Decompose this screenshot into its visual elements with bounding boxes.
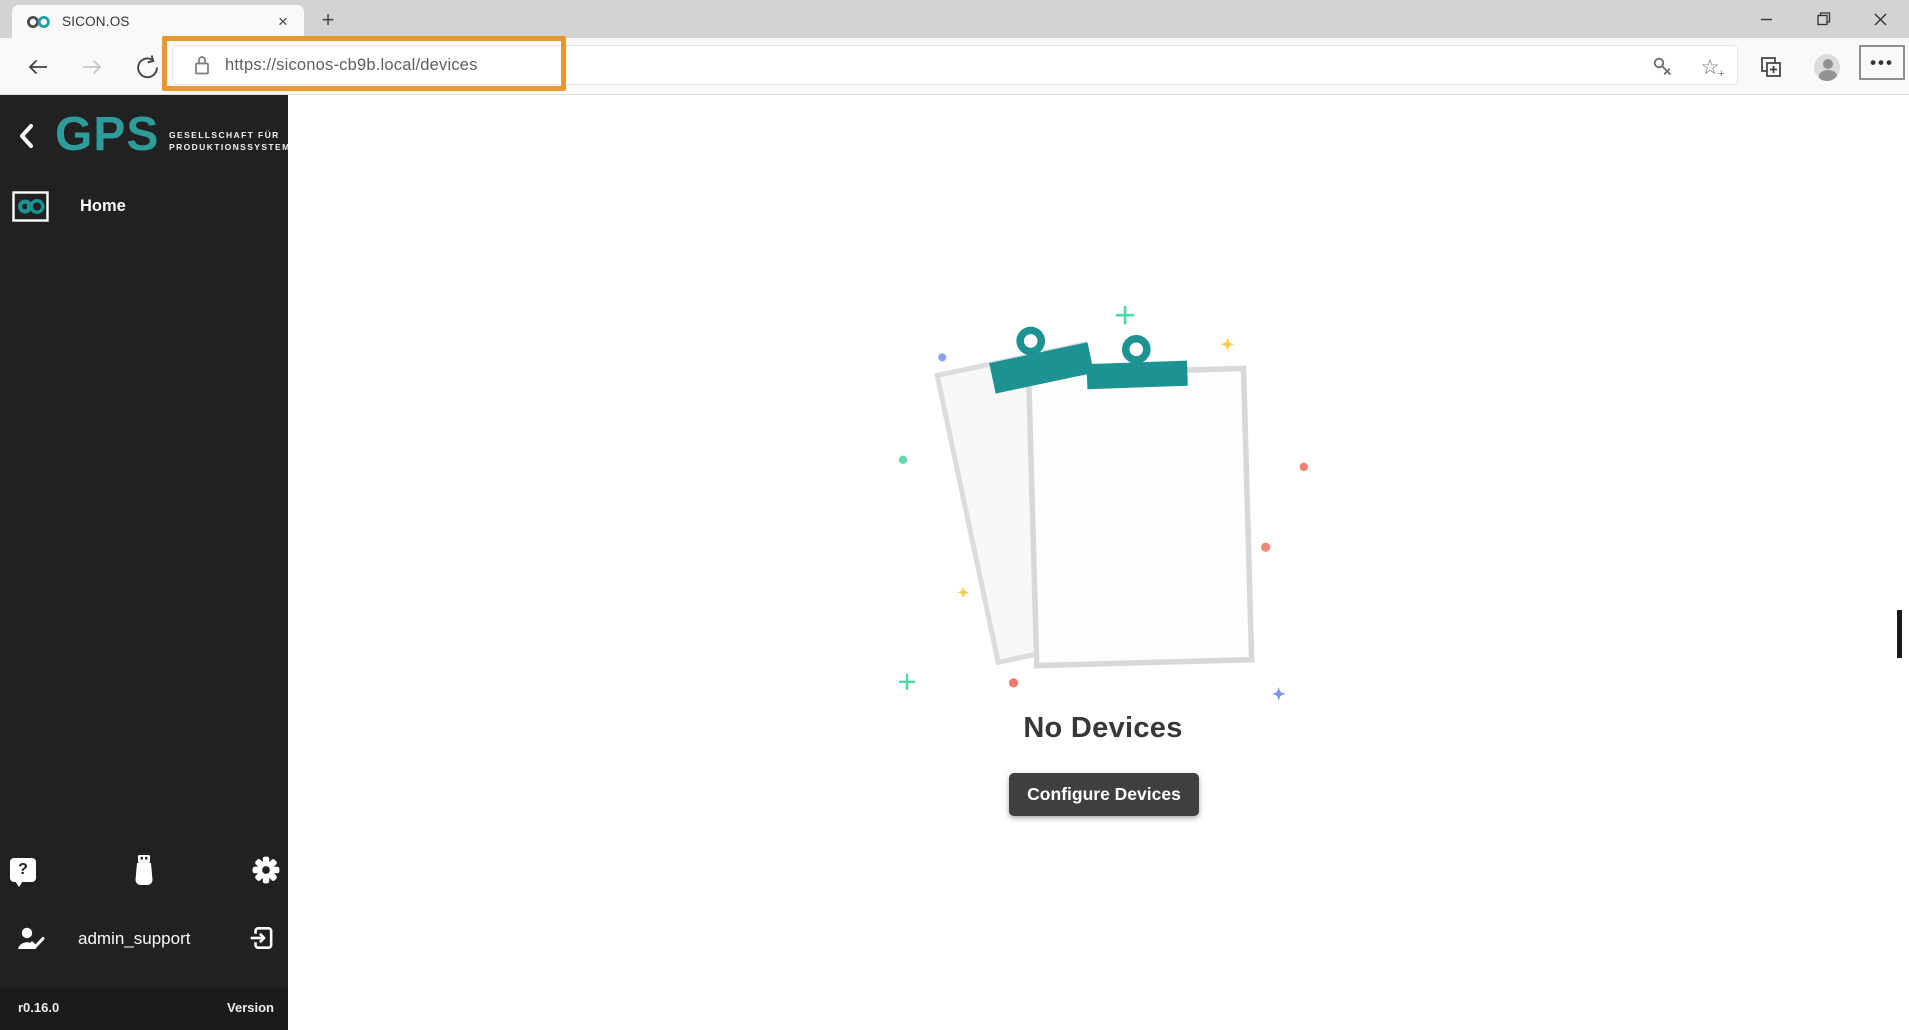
gps-logo: GPS <box>55 107 159 162</box>
star-add-icon: ☆+ <box>1701 57 1720 78</box>
back-button[interactable] <box>25 54 51 80</box>
avatar <box>1814 54 1840 81</box>
logout-button[interactable] <box>248 924 276 957</box>
minimize-icon <box>1760 13 1773 26</box>
sidebar: GPS GESELLSCHAFT FÜR PRODUKTIONSSYSTEME … <box>0 95 288 1030</box>
forward-icon <box>80 55 104 79</box>
more-menu-button[interactable]: ••• <box>1859 45 1905 80</box>
refresh-icon <box>135 55 160 80</box>
restore-button[interactable] <box>1795 0 1852 38</box>
sidebar-user-row: admin_support <box>0 915 288 965</box>
password-key-button[interactable] <box>1650 54 1676 80</box>
key-icon <box>1651 55 1675 79</box>
sidebar-header: GPS GESELLSCHAFT FÜR PRODUKTIONSSYSTEME <box>0 105 288 175</box>
refresh-button[interactable] <box>134 54 160 80</box>
version-value: r0.16.0 <box>18 1000 59 1015</box>
sidebar-item-home[interactable]: Home <box>0 188 288 232</box>
logout-icon <box>248 924 276 952</box>
version-label: Version <box>227 1000 274 1015</box>
main-content: No Devices Configure Devices <box>288 95 1909 1030</box>
sidebar-item-home-label: Home <box>80 197 126 216</box>
help-icon[interactable]: ? <box>10 858 36 882</box>
tab-title: SICON.OS <box>62 14 272 29</box>
back-icon <box>26 55 50 79</box>
close-window-button[interactable] <box>1852 0 1909 38</box>
tab-siconos[interactable]: SICON.OS × <box>12 5 304 38</box>
window-controls <box>1738 0 1909 38</box>
profile-button[interactable] <box>1814 54 1840 80</box>
url-text[interactable]: https://siconos-cb9b.local/devices <box>225 56 478 75</box>
restore-icon <box>1817 12 1831 26</box>
siconos-favicon <box>26 15 52 29</box>
empty-clipboards-illustration <box>868 278 1352 720</box>
collections-button[interactable] <box>1757 54 1783 80</box>
forward-button[interactable] <box>79 54 105 80</box>
gps-logo-subtitle: GESELLSCHAFT FÜR PRODUKTIONSSYSTEME <box>169 130 298 153</box>
tab-close-icon[interactable]: × <box>272 11 294 33</box>
gear-icon[interactable] <box>251 855 281 890</box>
siconos-app-icon <box>12 191 49 227</box>
username-label: admin_support <box>78 929 190 949</box>
user-check-icon <box>16 925 46 958</box>
configure-devices-button[interactable]: Configure Devices <box>1009 773 1199 816</box>
sidebar-tools-row: ? <box>0 853 288 899</box>
navigation-bar: https://siconos-cb9b.local/devices ☆+ <box>0 38 1909 95</box>
collapse-sidebar-button[interactable] <box>16 123 38 154</box>
add-favorite-button[interactable]: ☆+ <box>1697 54 1723 80</box>
collections-icon <box>1758 55 1783 80</box>
address-bar[interactable]: https://siconos-cb9b.local/devices <box>172 45 1738 85</box>
cursor-artifact <box>1897 610 1902 658</box>
tab-strip: SICON.OS × + <box>0 0 1909 38</box>
chevron-left-icon <box>16 123 38 149</box>
new-tab-button[interactable]: + <box>314 6 342 34</box>
lock-icon <box>193 54 211 76</box>
empty-state-title: No Devices <box>953 712 1253 745</box>
minimize-button[interactable] <box>1738 0 1795 38</box>
version-bar: r0.16.0 Version <box>0 988 288 1030</box>
usb-icon[interactable] <box>131 854 157 893</box>
browser-window: SICON.OS × + <box>0 0 1909 1030</box>
close-window-icon <box>1874 13 1887 26</box>
